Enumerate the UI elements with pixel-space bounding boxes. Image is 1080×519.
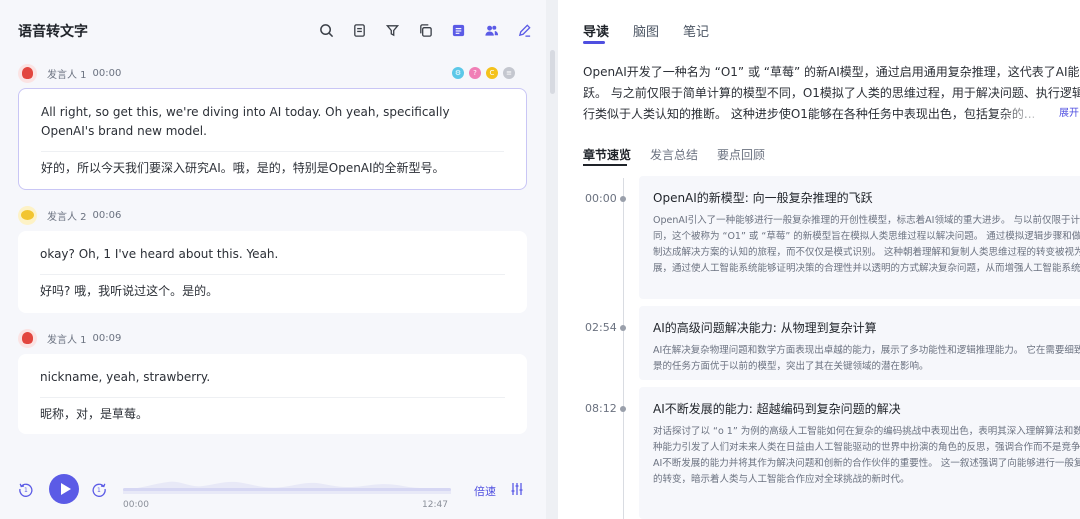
- tab-mindmap[interactable]: 脑图: [633, 21, 659, 40]
- chapter-timeline: [623, 178, 624, 519]
- more-icon[interactable]: ≡: [503, 67, 515, 79]
- play-button[interactable]: [49, 474, 79, 504]
- timeline-dot: [620, 325, 626, 331]
- transcript-card[interactable]: okay? Oh, 1 I've heard about this. Yeah.…: [18, 231, 527, 313]
- chapter-card[interactable]: OpenAI的新模型: 向一般复杂推理的飞跃 OpenAI引入了一种能够进行一般…: [639, 176, 1080, 299]
- chapter-card[interactable]: AI不断发展的能力: 超越编码到复杂问题的解决 对话探讨了以 “o 1” 为例的…: [639, 387, 1080, 519]
- panel-title: 语音转文字: [18, 24, 88, 40]
- tab-guide[interactable]: 导读: [583, 21, 609, 40]
- transcript-card[interactable]: nickname, yeah, strawberry. 昵称，对，是草莓。: [18, 354, 527, 434]
- timeline-dot: [620, 406, 626, 412]
- svg-text:1: 1: [97, 487, 101, 494]
- speaker-name: 发言人 1: [47, 69, 87, 81]
- copy-icon[interactable]: [417, 22, 433, 38]
- timeline-dot: [620, 196, 626, 202]
- list-icon[interactable]: [450, 22, 466, 38]
- chapter-time[interactable]: 08:12: [585, 402, 617, 415]
- settings-icon[interactable]: ⚙: [452, 67, 464, 79]
- english-text: All right, so get this, we're diving int…: [41, 89, 504, 152]
- waveform[interactable]: [123, 474, 451, 494]
- segment-timestamp[interactable]: 00:06: [93, 210, 122, 221]
- chapter-title: AI的高级问题解决能力: 从物理到复杂计算: [653, 321, 877, 335]
- sub-tabs: 章节速览 发言总结 要点回顾: [583, 146, 765, 163]
- segment-action-dots: ⚙ ? C ≡: [452, 67, 515, 79]
- c-badge-icon[interactable]: C: [486, 67, 498, 79]
- speaker-name: 发言人 2: [47, 211, 87, 223]
- speed-button[interactable]: 倍速: [474, 483, 496, 499]
- equalizer-icon[interactable]: [510, 481, 524, 495]
- subtab-speakers[interactable]: 发言总结: [650, 146, 698, 163]
- speaker-name: 发言人 1: [47, 334, 87, 346]
- subtab-keypoints[interactable]: 要点回顾: [717, 146, 765, 163]
- speaker-row: 发言人 1 00:00: [18, 63, 121, 83]
- search-icon[interactable]: [318, 22, 334, 38]
- tab-notes[interactable]: 笔记: [683, 21, 709, 40]
- chinese-text: 昵称，对，是草莓。: [40, 407, 149, 421]
- chapter-card[interactable]: AI的高级问题解决能力: 从物理到复杂计算 AI在解决复杂物理问题和数学方面表现…: [639, 306, 1080, 380]
- transcript-panel: 语音转文字 发言人 1 00:00 ⚙ ? C ≡ All right, so …: [0, 0, 546, 519]
- subtab-chapters[interactable]: 章节速览: [583, 146, 631, 163]
- chinese-text: 好吗? 哦，我听说过这个。是的。: [40, 284, 219, 298]
- document-icon[interactable]: [351, 22, 367, 38]
- speaker-row: 发言人 2 00:06: [18, 205, 121, 225]
- forward-icon[interactable]: 1: [91, 481, 107, 497]
- chapter-time[interactable]: 00:00: [585, 192, 617, 205]
- speaker-avatar: [18, 328, 37, 348]
- speaker-avatar: [18, 205, 37, 225]
- main-tabs: 导读 脑图 笔记: [583, 21, 709, 40]
- question-icon[interactable]: ?: [469, 67, 481, 79]
- scrollbar-thumb[interactable]: [550, 50, 555, 94]
- english-text: okay? Oh, 1 I've heard about this. Yeah.: [40, 231, 505, 275]
- transcript-card[interactable]: All right, so get this, we're diving int…: [18, 88, 527, 190]
- segment-timestamp[interactable]: 00:00: [93, 68, 122, 79]
- chapter-body: AI在解决复杂物理问题和数学方面表现出卓越的能力，展示了多功能性和逻辑推理能力。…: [653, 345, 1080, 372]
- audio-player: 1 1 00:00 12:47 倍速: [18, 474, 528, 510]
- total-time: 12:47: [422, 500, 448, 510]
- pen-icon[interactable]: [516, 22, 532, 38]
- chapter-body: OpenAI引入了一种能够进行一般复杂推理的开创性模型，标志着AI领域的重大进步…: [653, 215, 1080, 274]
- chapter-title: OpenAI的新模型: 向一般复杂推理的飞跃: [653, 191, 873, 205]
- expand-link[interactable]: 展开: [1059, 104, 1079, 119]
- users-icon[interactable]: [483, 22, 499, 38]
- chapter-time[interactable]: 02:54: [585, 321, 617, 334]
- speaker-row: 发言人 1 00:09: [18, 328, 121, 348]
- svg-text:1: 1: [24, 487, 28, 494]
- chapter-title: AI不断发展的能力: 超越编码到复杂问题的解决: [653, 402, 901, 416]
- progress-track[interactable]: [123, 488, 451, 491]
- chapter-body: 对话探讨了以 “o 1” 为例的高级人工智能如何在复杂的编码挑战中表现出色，表明…: [653, 426, 1080, 485]
- active-subtab-indicator: [583, 164, 627, 166]
- filter-icon[interactable]: [384, 22, 400, 38]
- summary-fade: [998, 100, 1068, 120]
- segment-timestamp[interactable]: 00:09: [93, 333, 122, 344]
- rewind-icon[interactable]: 1: [18, 481, 34, 497]
- speaker-avatar: [18, 63, 37, 83]
- transcript-toolbar: [318, 22, 532, 38]
- english-text: nickname, yeah, strawberry.: [40, 354, 505, 398]
- active-tab-indicator: [583, 41, 605, 44]
- chinese-text: 好的，所以今天我们要深入研究AI。哦，是的，特别是OpenAI的全新型号。: [41, 161, 445, 175]
- current-time: 00:00: [123, 500, 149, 510]
- reading-guide-panel: 导读 脑图 笔记 OpenAI开发了一种名为 “O1” 或 “草莓” 的新AI模…: [558, 0, 1080, 519]
